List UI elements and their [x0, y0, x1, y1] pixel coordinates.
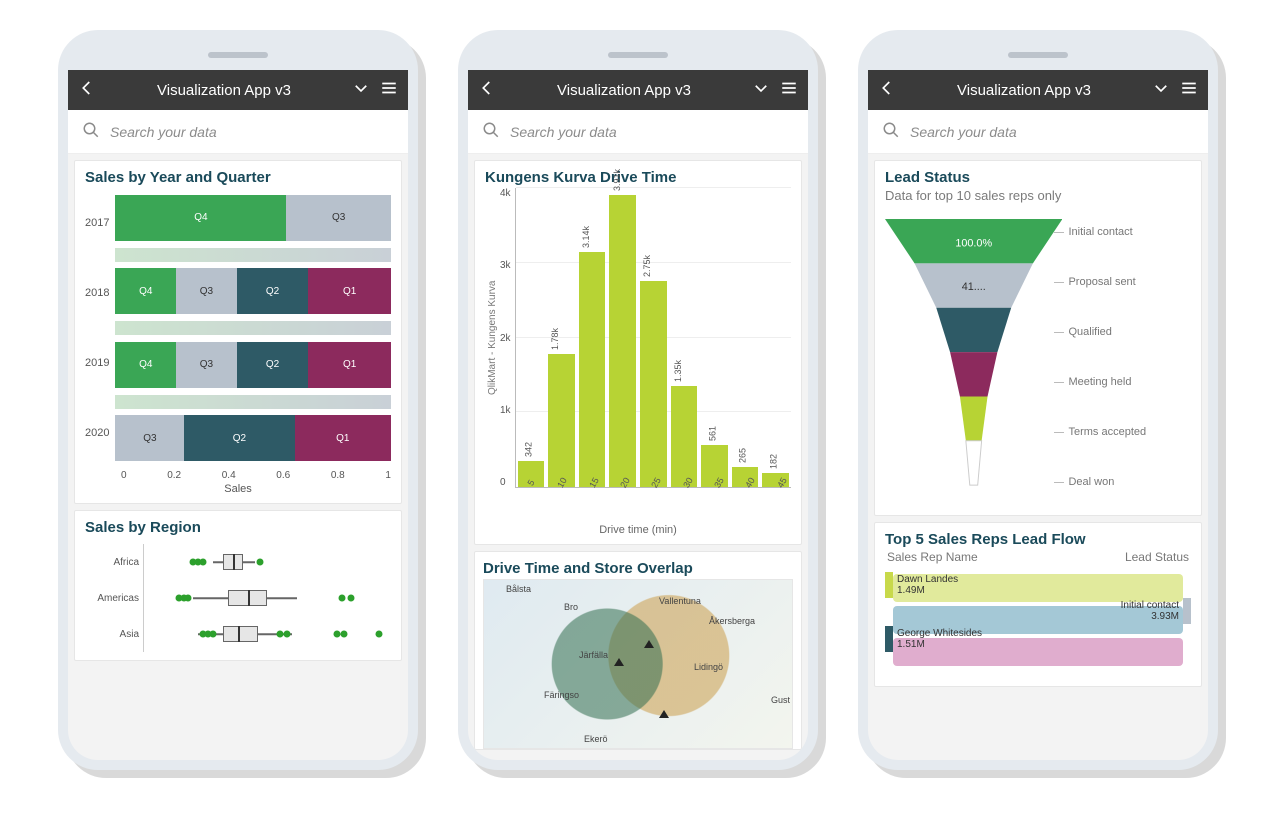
phone-3: Visualization App v3 Search your data Le…	[858, 30, 1218, 770]
sankey-headers: Sales Rep Name Lead Status	[885, 550, 1191, 568]
mekko-grid: Q4 Q3 Q4 Q3 Q2 Q1 Q4 Q3 Q2 Q1	[115, 188, 391, 468]
chevron-down-icon[interactable]	[752, 79, 770, 101]
bars-y-label: QlikMart - Kungens Kurva	[485, 188, 500, 488]
mekko-x-label: Sales	[85, 481, 391, 495]
screen: Visualization App v3 Search your data Sa…	[68, 70, 408, 760]
bars-x-ticks: 510 1520 2530 3540 45	[485, 488, 791, 506]
search-bar[interactable]: Search your data	[868, 110, 1208, 154]
svg-text:41....: 41....	[962, 281, 986, 293]
search-icon	[482, 121, 500, 142]
chart-title: Sales by Year and Quarter	[85, 169, 391, 186]
sales-by-region-card[interactable]: Sales by Region Africa Americas Asia	[74, 510, 402, 661]
app-title: Visualization App v3	[506, 82, 742, 99]
sales-year-quarter-card[interactable]: Sales by Year and Quarter 2017 2018 2019…	[74, 160, 402, 504]
chart-title: Drive Time and Store Overlap	[483, 560, 793, 577]
sankey-node: George Whitesides1.51M	[885, 626, 1005, 652]
search-icon	[82, 121, 100, 142]
search-placeholder: Search your data	[110, 124, 217, 140]
map-label: Bro	[564, 602, 578, 612]
menu-icon[interactable]	[780, 79, 798, 101]
bars-y-ticks: 4k3k 2k1k 0	[500, 188, 515, 488]
sankey-node: Initial contact3.93M	[1081, 598, 1191, 624]
mekko-x-ticks: 00.2 0.40.6 0.81	[85, 468, 391, 481]
map-card[interactable]: Drive Time and Store Overlap Bålsta Bro …	[474, 551, 802, 750]
search-icon	[882, 121, 900, 142]
map-label: Vallentuna	[659, 596, 701, 606]
bars-plot: 342 1.78k 3.14k 3.91k 2.75k 1.35k 561 26…	[515, 188, 791, 488]
chevron-down-icon[interactable]	[352, 79, 370, 101]
map-label: Järfälla	[579, 650, 608, 660]
map-label: Ekerö	[584, 734, 608, 744]
search-bar[interactable]: Search your data	[468, 110, 808, 154]
map-label: Gust	[771, 695, 790, 705]
chart-title: Lead Status	[885, 169, 1191, 186]
phone-1: Visualization App v3 Search your data Sa…	[58, 30, 418, 770]
mekko-y-labels: 2017 2018 2019 2020	[85, 188, 115, 468]
chevron-down-icon[interactable]	[1152, 79, 1170, 101]
chart-subtitle: Data for top 10 sales reps only	[885, 188, 1191, 203]
map-label: Färingso	[544, 690, 579, 700]
sankey-chart: Dawn Landes1.49M George Whitesides1.51M …	[885, 568, 1191, 678]
chart-title: Sales by Region	[85, 519, 391, 536]
speaker	[608, 52, 668, 58]
app-bar: Visualization App v3	[468, 70, 808, 110]
drive-time-card[interactable]: Kungens Kurva Drive Time QlikMart - Kung…	[474, 160, 802, 545]
boxplot: Africa Americas Asia	[85, 538, 391, 652]
funnel-chart: 100.0% 41....	[885, 207, 1062, 507]
app-bar: Visualization App v3	[68, 70, 408, 110]
screen: Visualization App v3 Search your data Ku…	[468, 70, 808, 760]
marker-icon	[614, 658, 624, 666]
svg-text:100.0%: 100.0%	[955, 238, 992, 250]
search-bar[interactable]: Search your data	[68, 110, 408, 154]
back-icon[interactable]	[78, 79, 96, 101]
bars-x-label: Drive time (min)	[485, 506, 791, 536]
speaker	[1008, 52, 1068, 58]
phone-2: Visualization App v3 Search your data Ku…	[458, 30, 818, 770]
sankey-node: Dawn Landes1.49M	[885, 572, 1005, 598]
lead-flow-card[interactable]: Top 5 Sales Reps Lead Flow Sales Rep Nam…	[874, 522, 1202, 687]
chart-title: Top 5 Sales Reps Lead Flow	[885, 531, 1191, 548]
back-icon[interactable]	[478, 79, 496, 101]
menu-icon[interactable]	[1180, 79, 1198, 101]
map-label: Bålsta	[506, 584, 531, 594]
menu-icon[interactable]	[380, 79, 398, 101]
map-label: Åkersberga	[709, 616, 755, 626]
marker-icon	[644, 640, 654, 648]
lead-status-card[interactable]: Lead Status Data for top 10 sales reps o…	[874, 160, 1202, 516]
speaker	[208, 52, 268, 58]
screen: Visualization App v3 Search your data Le…	[868, 70, 1208, 760]
map[interactable]: Bålsta Bro Vallentuna Åkersberga Järfäll…	[483, 579, 793, 749]
app-title: Visualization App v3	[106, 82, 342, 99]
back-icon[interactable]	[878, 79, 896, 101]
funnel-legend: Initial contact Proposal sent Qualified …	[1062, 207, 1191, 507]
map-label: Lidingö	[694, 662, 723, 672]
search-placeholder: Search your data	[510, 124, 617, 140]
marker-icon	[659, 710, 669, 718]
app-title: Visualization App v3	[906, 82, 1142, 99]
app-bar: Visualization App v3	[868, 70, 1208, 110]
chart-title: Kungens Kurva Drive Time	[485, 169, 791, 186]
search-placeholder: Search your data	[910, 124, 1017, 140]
